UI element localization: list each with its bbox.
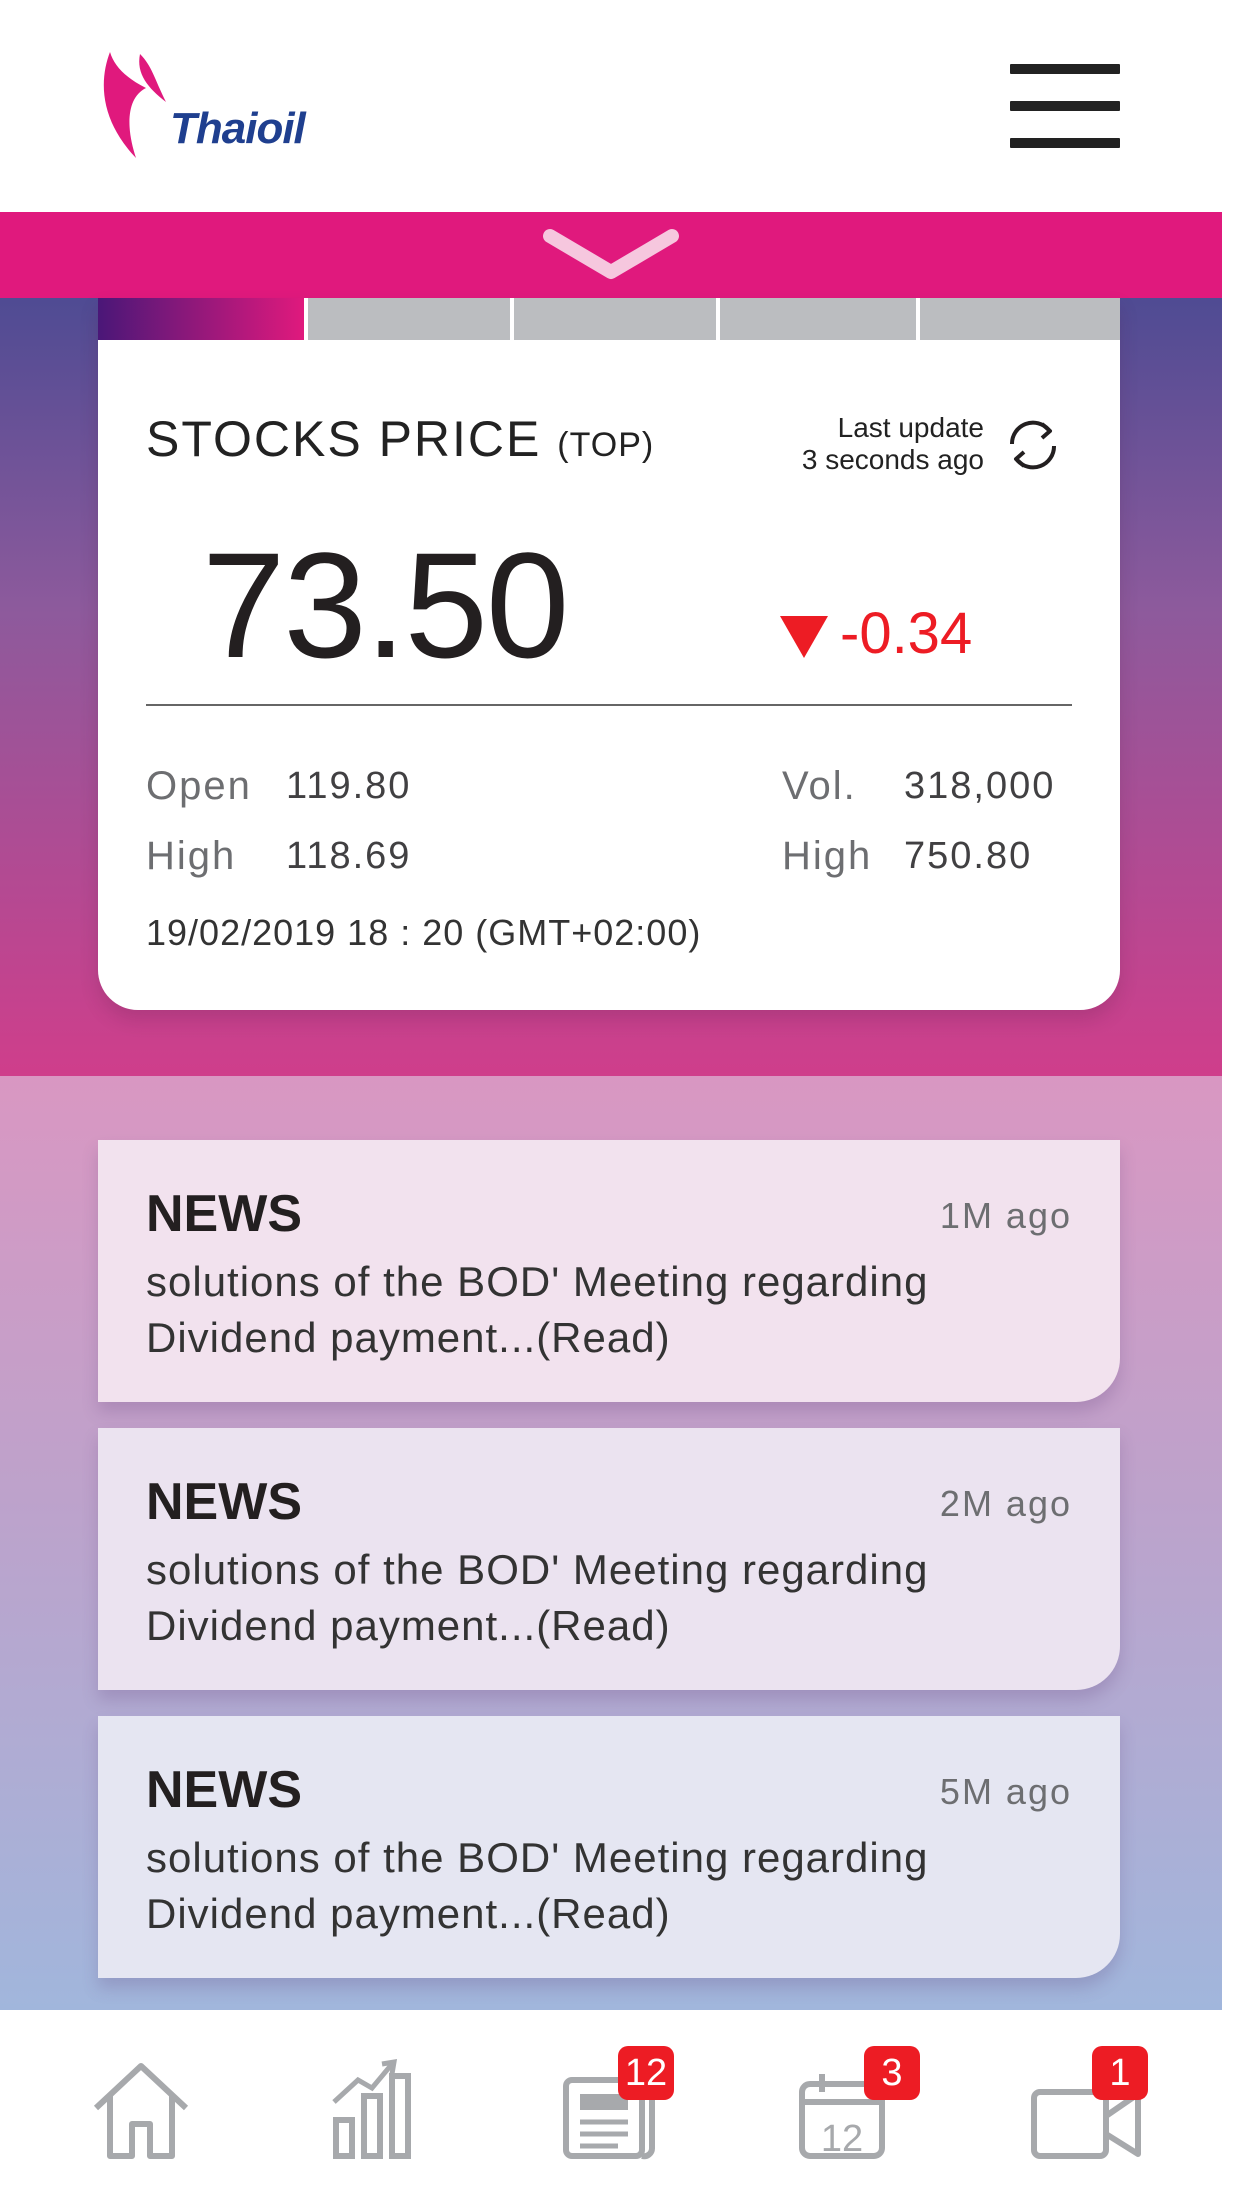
last-update-time: 3 seconds ago (801, 444, 984, 475)
news-time: 5M ago (939, 1771, 1072, 1812)
volume-value: 318,000 (904, 765, 1056, 807)
volume-label: Vol. (782, 764, 857, 808)
nav-video[interactable]: 1 (1030, 2046, 1148, 2166)
thaioil-logo[interactable]: Thaioil (96, 48, 356, 168)
news-card[interactable]: NEWS 5M ago solutions of the BOD' Meetin… (98, 1716, 1120, 1978)
right-edge (1222, 212, 1242, 2010)
news-title: NEWS (146, 1473, 302, 1531)
logo-wordmark: Thaioil (170, 104, 306, 153)
stock-tab-4[interactable] (720, 298, 916, 340)
nav-calendar[interactable]: 12 3 (788, 2046, 920, 2166)
calendar-badge: 3 (864, 2046, 920, 2100)
news-time: 1M ago (939, 1195, 1072, 1236)
hamburger-menu-icon[interactable] (1010, 64, 1120, 148)
last-update: Last update 3 seconds ago (748, 412, 984, 476)
news-badge: 12 (618, 2046, 674, 2100)
open-value: 119.80 (286, 765, 412, 807)
news-card[interactable]: NEWS 2M ago solutions of the BOD' Meetin… (98, 1428, 1120, 1690)
stock-tab-2[interactable] (308, 298, 510, 340)
news-title: NEWS (146, 1185, 302, 1243)
stock-title: STOCKS PRICE (TOP) (146, 410, 654, 468)
open-label: Open (146, 764, 252, 808)
last-update-label: Last update (837, 412, 984, 443)
news-summary: solutions of the BOD' Meeting regarding … (146, 1546, 929, 1649)
stock-symbol: (TOP) (557, 426, 655, 464)
high-value-2: 750.80 (904, 835, 1033, 877)
refresh-icon[interactable] (1002, 414, 1064, 476)
stock-tabs (98, 298, 1120, 340)
calendar-day: 12 (820, 2118, 864, 2160)
high-value: 118.69 (286, 835, 412, 877)
home-icon (93, 2063, 189, 2159)
nav-stock[interactable] (318, 2046, 428, 2166)
stock-tab-3[interactable] (514, 298, 716, 340)
video-badge: 1 (1092, 2046, 1148, 2100)
news-title: NEWS (146, 1761, 302, 1819)
high-label-2: High (782, 834, 873, 878)
high-label: High (146, 834, 237, 878)
price-change: -0.34 (840, 601, 973, 666)
app-header: Thaioil (0, 0, 1242, 212)
divider (146, 704, 1072, 706)
stock-price: 73.50 (202, 521, 569, 689)
bottom-navigation: 12 12 3 1 (0, 2010, 1242, 2208)
stock-chart-icon (332, 2058, 411, 2159)
news-summary: solutions of the BOD' Meeting regarding … (146, 1834, 929, 1937)
news-card[interactable]: NEWS 1M ago solutions of the BOD' Meetin… (98, 1140, 1120, 1402)
news-time: 2M ago (939, 1483, 1072, 1524)
stock-tab-1[interactable] (98, 298, 304, 340)
triangle-down-icon (780, 616, 828, 658)
nav-news[interactable]: 12 (552, 2046, 674, 2166)
nav-home[interactable] (86, 2046, 196, 2166)
chevron-down-icon[interactable] (540, 222, 682, 292)
stock-title-text: STOCKS PRICE (146, 411, 542, 467)
news-summary: solutions of the BOD' Meeting regarding … (146, 1258, 929, 1361)
stock-tab-5[interactable] (920, 298, 1120, 340)
stock-price-card: STOCKS PRICE (TOP) Last update 3 seconds… (98, 298, 1120, 1010)
price-timestamp: 19/02/2019 18 : 20 (GMT+02:00) (146, 912, 702, 953)
